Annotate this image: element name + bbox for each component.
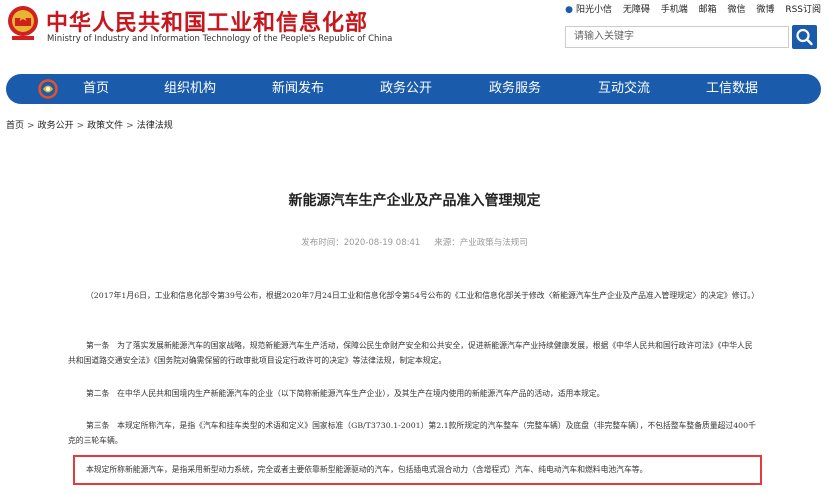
article-title: 新能源汽车生产企业及产品准入管理规定 <box>288 193 541 209</box>
nav-item-data[interactable]: 工信数据 <box>706 74 758 104</box>
article-paragraph-article-2: 第二条 在中华人民共和国境内生产新能源汽车的企业（以下简称新能源汽车生产企业），… <box>86 389 605 398</box>
ministry-logo-icon[interactable] <box>38 79 58 99</box>
breadcrumb-laws[interactable]: 法律法规 <box>137 121 173 131</box>
breadcrumb-home[interactable]: 首页 <box>6 121 24 131</box>
top-link-mobile[interactable]: 手机端 <box>661 5 688 15</box>
search-input[interactable]: 请输入关键字 <box>565 26 789 48</box>
breadcrumb-separator: > <box>76 121 85 131</box>
search-button[interactable] <box>792 25 817 49</box>
breadcrumb: 首页 > 政务公开 > 政策文件 > 法律法规 <box>6 118 173 131</box>
nav-item-services[interactable]: 政务服务 <box>489 74 541 104</box>
top-links: ● 阳光小信 无障碍 手机端 邮箱 微信 微博 RSS订阅 <box>557 2 821 15</box>
search-icon <box>796 28 813 46</box>
breadcrumb-government-affairs[interactable]: 政务公开 <box>38 121 74 131</box>
article-meta: 发布时间：2020-08-19 08:41 来源：产业政策与法规司 <box>0 236 829 248</box>
article-paragraph-nev-definition: 本规定所称新能源汽车，是指采用新型动力系统，完全或者主要依靠新型能源驱动的汽车，… <box>86 465 648 474</box>
breadcrumb-separator: > <box>27 121 35 131</box>
top-link-sunshine[interactable]: 阳光小信 <box>576 5 612 15</box>
breadcrumb-policy-documents[interactable]: 政策文件 <box>87 121 123 131</box>
article-source: 来源：产业政策与法规司 <box>434 238 528 248</box>
nav-item-organization[interactable]: 组织机构 <box>164 74 216 104</box>
article-paragraph-article-1: 第一条 为了落实发展新能源汽车的国家战略，规范新能源汽车生产活动，保障公民生命财… <box>68 341 753 365</box>
article-paragraph-article-3: 第三条 本规定所称汽车，是指《汽车和挂车类型的术语和定义》国家标准（GB/T37… <box>68 421 756 445</box>
nav-item-home[interactable]: 首页 <box>83 74 109 104</box>
site-subtitle: Ministry of Industry and Information Tec… <box>47 34 393 44</box>
top-link-weibo[interactable]: 微博 <box>756 5 774 15</box>
top-link-wechat[interactable]: 微信 <box>728 5 746 15</box>
site-header: 中华人民共和国工业和信息化部 Ministry of Industry and … <box>0 0 829 70</box>
top-link-mail[interactable]: 邮箱 <box>699 5 717 15</box>
top-link-rss[interactable]: RSS订阅 <box>785 5 821 15</box>
nav-item-interaction[interactable]: 互动交流 <box>598 74 650 104</box>
publish-time: 发布时间：2020-08-19 08:41 <box>301 238 421 248</box>
article-paragraph-intro: （2017年1月6日，工业和信息化部令第39号公布，根据2020年7月24日工业… <box>86 291 759 300</box>
sun-icon: ● <box>565 5 573 15</box>
nav-item-government-affairs[interactable]: 政务公开 <box>380 74 432 104</box>
top-link-accessibility[interactable]: 无障碍 <box>623 5 650 15</box>
national-emblem-icon[interactable] <box>6 4 40 42</box>
site-title[interactable]: 中华人民共和国工业和信息化部 <box>46 5 368 37</box>
main-nav: 首页 组织机构 新闻发布 政务公开 政务服务 互动交流 工信数据 <box>6 74 821 104</box>
breadcrumb-separator: > <box>126 121 134 131</box>
nav-item-news[interactable]: 新闻发布 <box>272 74 324 104</box>
